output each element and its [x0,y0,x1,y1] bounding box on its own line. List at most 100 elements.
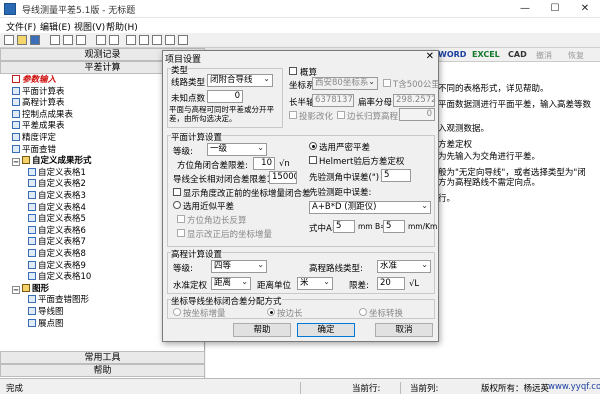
edge-height-input[interactable]: 0 [399,108,435,121]
document-icon [28,237,36,246]
formula-b-input[interactable]: 5 [383,220,405,233]
azimuth-inverse-checkbox[interactable] [177,215,185,223]
tab-common-tools[interactable]: 常用工具 [0,351,205,364]
cancel-button[interactable]: 取消 [375,323,433,337]
by-length-radio[interactable] [267,308,275,316]
leveling-weight-select[interactable]: 距离 [211,277,251,290]
azimuth-limit-input[interactable]: 10 [253,157,275,170]
document-icon [28,307,36,315]
semi-major-input[interactable]: 6378137 [312,94,354,107]
approx-adjust-radio[interactable] [173,201,181,209]
collapse-toggle-icon[interactable]: − [12,158,20,167]
tree-item[interactable]: − 自定义成果形式 [12,156,92,167]
document-icon [12,109,20,118]
help-button[interactable]: 帮助 [233,323,291,337]
unknown-points-input[interactable]: 0 [207,90,243,103]
redo-button[interactable]: 恢复 [568,50,584,61]
formula-a-input[interactable]: 5 [333,220,355,233]
strict-adjust-label: 选用严密平差 [319,143,371,153]
flattening-input[interactable]: 298.257222 [393,94,435,107]
export-word-button[interactable]: WORD [438,50,466,59]
copy-icon[interactable] [63,35,73,45]
collapse-toggle-icon[interactable]: − [12,285,20,294]
save-icon[interactable] [30,35,40,45]
tree-item[interactable]: 精度评定 [12,133,56,144]
tree-item-label: 自定义表格2 [38,179,86,190]
height-grade-select[interactable]: 四等 [211,260,267,273]
tree-item[interactable]: 自定义表格10 [28,272,91,283]
by-increment-radio[interactable] [173,308,181,316]
tree-item[interactable]: 展点图 [28,318,64,330]
tree-item[interactable]: 平面计算表 [12,86,65,98]
tree-item-label: 控制点成果表 [22,109,74,120]
document-icon [12,133,20,141]
show-corr-checkbox[interactable] [173,188,181,196]
coord-system-select[interactable]: 西安80坐标系 [312,77,378,90]
plane-grade-select[interactable]: 一级 [207,143,267,156]
height-limit-input[interactable]: 20 [377,277,405,290]
tree-item[interactable]: 平差成果表 [12,121,65,132]
tree-item[interactable]: 参数输入 [12,75,56,86]
coord-transform-radio[interactable] [359,308,367,316]
relative-limit-input[interactable]: 15000 [269,171,297,184]
chart-icon[interactable] [152,35,162,45]
helmert-checkbox[interactable] [309,156,317,164]
direction-error-input[interactable]: 5 [381,169,411,182]
new-file-icon[interactable] [4,35,14,45]
tab-help[interactable]: 帮助 [0,364,205,377]
tree-item[interactable]: 自定义表格4 [28,202,86,214]
menu-view[interactable]: 视图(V) [74,20,105,33]
tree-item[interactable]: 控制点成果表 [12,109,74,121]
route-type-select[interactable]: 闭附合导线 [207,74,273,87]
tree-item-label: 平差成果表 [22,121,65,132]
export-excel-button[interactable]: EXCEL [472,50,500,59]
tree-item[interactable]: 高程计算表 [12,98,65,109]
ok-button[interactable]: 确定 [297,323,355,337]
menu-edit[interactable]: 编辑(E) [40,20,71,33]
projection-checkbox[interactable] [289,111,297,119]
six-degree-checkbox[interactable] [383,79,391,87]
tree-item[interactable]: 自定义表格7 [28,237,86,248]
tree-item[interactable]: 自定义表格6 [28,225,86,237]
close-window-button[interactable]: ✕ [570,0,600,18]
tree-item[interactable]: 平面查错图形 [28,295,89,306]
height-group-label: 高程计算设置 [171,248,223,260]
window-title: 导线测量平差5.1版 - 无标题 [22,6,136,16]
open-folder-icon[interactable] [17,35,27,45]
tree-item[interactable]: 自定义表格5 [28,214,86,225]
show-increment-checkbox[interactable] [177,229,185,237]
undo-button[interactable]: 撤消 [536,50,552,61]
export-cad-button[interactable]: CAD [508,50,527,59]
pdf-icon[interactable] [126,35,136,45]
smooth-checkbox[interactable] [289,67,297,75]
minimize-button[interactable]: — [510,0,540,18]
tree-item[interactable]: 自定义表格9 [28,260,86,272]
dialog-close-button[interactable]: ✕ [426,51,434,62]
document-icon [28,272,36,281]
cut-icon[interactable] [50,35,60,45]
height-route-label: 高程路线类型: [309,264,363,274]
tree-item[interactable]: − 图形 [12,283,49,295]
show-increment-label: 显示改正后的坐标增量 [187,230,273,240]
height-route-select[interactable]: 水准 [377,260,431,273]
tree-item[interactable]: 自定义表格2 [28,179,86,190]
distance-formula-select[interactable]: A+B*D (测距仪) [309,201,431,214]
tree-item[interactable]: 自定义表格3 [28,191,86,202]
paste-icon[interactable] [76,35,86,45]
tree-item[interactable]: 导线图 [28,307,64,318]
status-text: 完成 [6,384,24,394]
calc-icon[interactable] [139,35,149,45]
tree-item[interactable]: 自定义表格1 [28,167,86,179]
help-icon[interactable] [178,35,188,45]
edge-height-checkbox[interactable] [337,111,345,119]
distance-unit-select[interactable]: 米 [297,277,333,290]
menu-file[interactable]: 文件(F) [6,20,36,33]
tree-item[interactable]: 平面查错 [12,144,56,156]
tree-item[interactable]: 自定义表格8 [28,249,86,260]
print-icon[interactable] [96,35,106,45]
table-icon[interactable] [165,35,175,45]
menu-help[interactable]: 帮助(H) [106,20,138,33]
preview-icon[interactable] [109,35,119,45]
maximize-button[interactable]: ☐ [540,0,570,18]
strict-adjust-radio[interactable] [309,142,317,150]
